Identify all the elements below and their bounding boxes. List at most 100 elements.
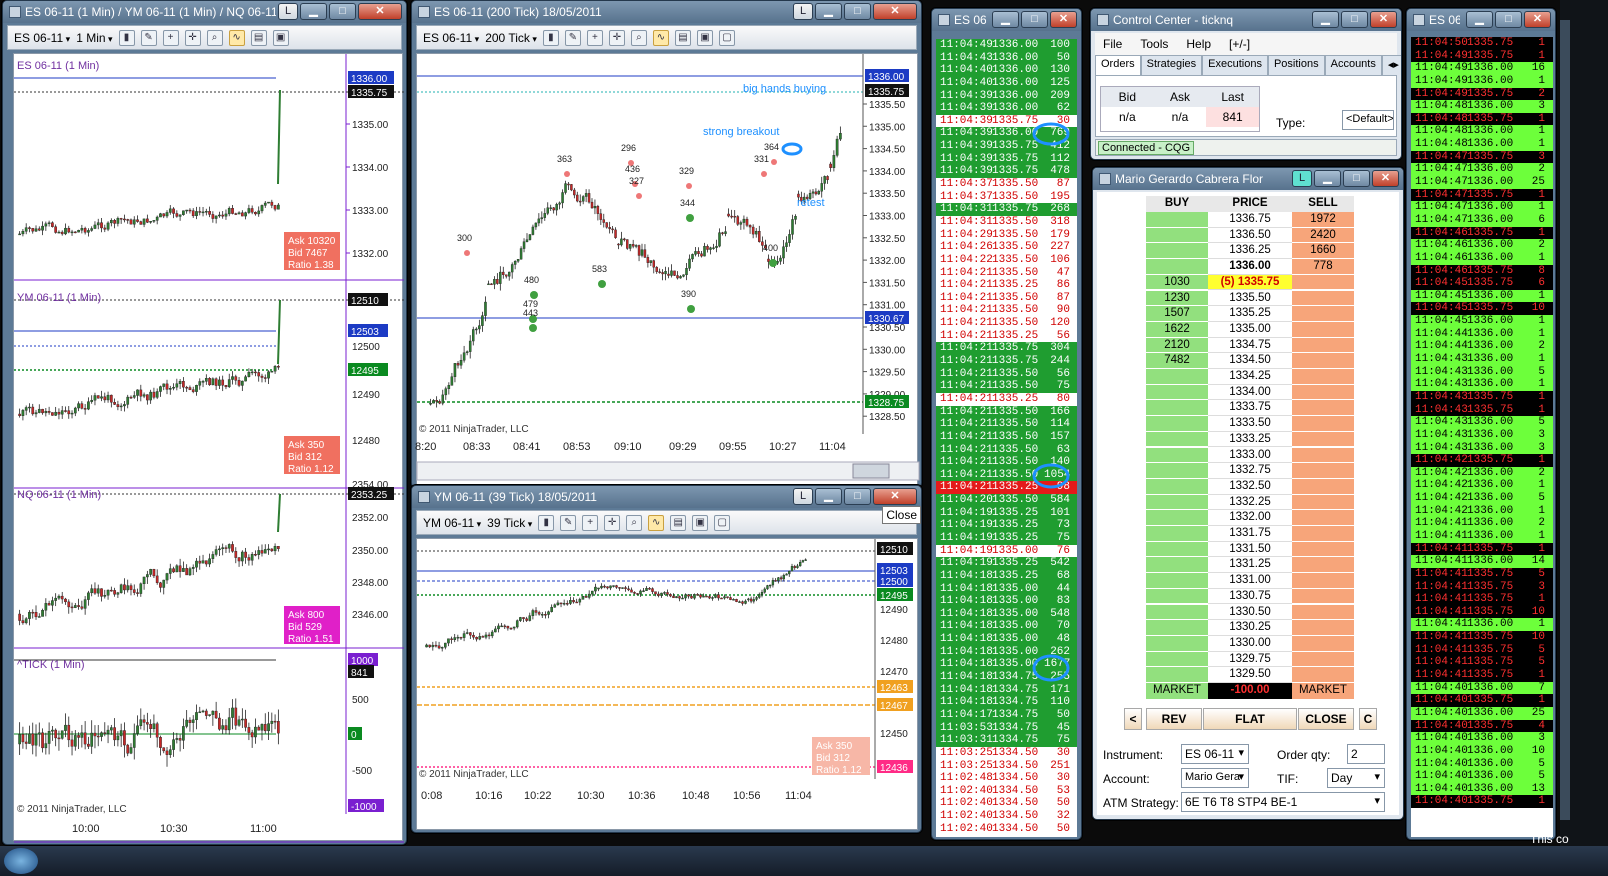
tab-scroll-arrows[interactable]: ◂▸ [1381, 55, 1401, 75]
bid-size-cell[interactable] [1146, 526, 1208, 542]
ask-size-cell[interactable]: 778 [1292, 259, 1354, 275]
bar-type-icon[interactable]: ▮ [118, 29, 135, 46]
price-cell[interactable]: 1335.00 [1208, 321, 1292, 338]
ask-size-cell[interactable] [1292, 337, 1354, 354]
price-cell[interactable]: 1333.00 [1208, 447, 1292, 464]
price-cell[interactable]: 1334.50 [1208, 353, 1292, 369]
bid-size-cell[interactable]: 7482 [1146, 353, 1208, 369]
tif-dropdown[interactable]: Day [1327, 768, 1385, 788]
menu-tools[interactable]: Tools [1140, 37, 1168, 51]
minimize-button[interactable]: ▁ [1312, 11, 1339, 28]
instrument-selector[interactable]: ES 06-11 [423, 31, 479, 45]
price-cell[interactable]: 1336.00 [1208, 259, 1292, 275]
close-button[interactable]: ✕ [1524, 11, 1551, 28]
market-sell-button[interactable]: MARKET [1292, 683, 1354, 699]
ask-size-cell[interactable] [1292, 635, 1354, 652]
link-button[interactable]: L [1292, 170, 1312, 187]
ask-size-cell[interactable] [1292, 306, 1354, 322]
flat-button[interactable]: FLAT [1203, 708, 1297, 730]
title-bar[interactable]: ES 06-11 (1 Min) / YM 06-11 (1 Min) / NQ… [3, 1, 406, 23]
bid-size-cell[interactable]: 1230 [1146, 290, 1208, 307]
bar-type-icon[interactable]: ▮ [538, 514, 555, 531]
ask-size-cell[interactable] [1292, 384, 1354, 401]
price-cell[interactable]: 1335.25 [1208, 306, 1292, 322]
maximize-button[interactable]: □ [844, 488, 871, 505]
title-bar[interactable]: ES 06-11 ▁□✕ [1407, 9, 1555, 31]
price-cell[interactable]: 1330.50 [1208, 604, 1292, 621]
close-button[interactable]: ✕ [873, 3, 917, 20]
tab-executions[interactable]: Executions [1202, 55, 1268, 75]
price-cell[interactable]: 1334.00 [1208, 384, 1292, 401]
ask-size-cell[interactable] [1292, 431, 1354, 448]
ask-size-cell[interactable]: 1660 [1292, 243, 1354, 260]
bid-size-cell[interactable] [1146, 667, 1208, 683]
bid-size-cell[interactable] [1146, 620, 1208, 636]
link-button[interactable]: L [793, 488, 813, 505]
ask-size-cell[interactable] [1292, 620, 1354, 636]
ask-size-cell[interactable] [1292, 588, 1354, 605]
price-cell[interactable]: 1331.00 [1208, 573, 1292, 589]
interval-selector[interactable]: 1 Min [76, 31, 112, 45]
template-icon[interactable]: ▢ [714, 514, 731, 531]
ask-size-cell[interactable] [1292, 667, 1354, 683]
pencil-icon[interactable]: ✎ [564, 29, 581, 46]
add-icon[interactable]: + [586, 29, 603, 46]
price-cell[interactable]: 1336.75 [1208, 212, 1292, 228]
account-dropdown[interactable]: Mario Gera [1181, 768, 1249, 788]
link-button[interactable]: L [278, 3, 298, 20]
bid-size-cell[interactable] [1146, 369, 1208, 385]
price-cell[interactable]: (5) 1335.75 [1208, 274, 1292, 291]
price-ladder[interactable]: BUY PRICE SELL 1336.75 1972 1336.50 2420 1336.2… [1146, 196, 1354, 706]
ask-size-cell[interactable] [1292, 290, 1354, 307]
market-buy-button[interactable]: MARKET [1146, 683, 1208, 699]
minimize-button[interactable]: ▁ [300, 3, 327, 20]
atm-strategy-dropdown[interactable]: 6E T6 T8 STP4 BE-1 [1181, 792, 1385, 812]
tab-accounts[interactable]: Accounts [1324, 55, 1382, 75]
ask-size-cell[interactable] [1292, 651, 1354, 668]
ask-size-cell[interactable] [1292, 447, 1354, 464]
bid-size-cell[interactable] [1146, 227, 1208, 244]
price-cell[interactable]: 1330.75 [1208, 588, 1292, 605]
strategy-icon[interactable]: ▤ [250, 29, 267, 46]
price-cell[interactable]: 1334.75 [1208, 337, 1292, 354]
price-cell[interactable]: 1331.25 [1208, 557, 1292, 574]
title-bar[interactable]: Mario Gerardo Cabrera Flor L ▁ □ ✕ [1093, 168, 1403, 190]
pencil-icon[interactable]: ✎ [560, 514, 577, 531]
ask-size-cell[interactable]: 2420 [1292, 227, 1354, 244]
ask-size-cell[interactable] [1292, 353, 1354, 369]
strategy-icon[interactable]: ▤ [670, 514, 687, 531]
template-icon[interactable]: ▢ [718, 29, 735, 46]
bid-size-cell[interactable] [1146, 478, 1208, 495]
price-cell[interactable]: 1333.75 [1208, 400, 1292, 417]
price-cell[interactable]: 1336.50 [1208, 227, 1292, 244]
title-bar[interactable]: ES 06-11 (200 Tick) 18/05/2011 L ▁ □ ✕ [412, 1, 921, 23]
ask-size-cell[interactable] [1292, 494, 1354, 511]
price-cell[interactable]: 1332.50 [1208, 478, 1292, 495]
indicator-icon[interactable]: ∿ [228, 29, 245, 46]
interval-selector[interactable]: 200 Tick [485, 31, 537, 45]
ask-size-cell[interactable] [1292, 557, 1354, 574]
properties-icon[interactable]: ▣ [696, 29, 713, 46]
minimize-button[interactable]: ▁ [815, 3, 842, 20]
ask-size-cell[interactable] [1292, 463, 1354, 479]
close-button[interactable]: ✕ [1370, 11, 1397, 28]
type-dropdown[interactable]: <Default> [1342, 110, 1394, 130]
close-position-button[interactable]: CLOSE [1298, 708, 1354, 730]
ask-size-cell[interactable] [1292, 604, 1354, 621]
rev-button[interactable]: REV [1146, 708, 1202, 730]
instrument-selector[interactable]: ES 06-11 [14, 31, 70, 45]
instrument-selector[interactable]: YM 06-11 [423, 516, 481, 530]
zoom-icon[interactable]: ⌕ [206, 29, 223, 46]
close-button[interactable]: ✕ [873, 488, 917, 505]
bid-size-cell[interactable] [1146, 510, 1208, 526]
tab-strategies[interactable]: Strategies [1140, 55, 1203, 75]
price-cell[interactable]: 1332.00 [1208, 510, 1292, 526]
maximize-button[interactable]: □ [1495, 11, 1522, 28]
zoom-icon[interactable]: ⌕ [630, 29, 647, 46]
bid-size-cell[interactable] [1146, 400, 1208, 417]
ask-size-cell[interactable] [1292, 321, 1354, 338]
price-cell[interactable]: 1330.00 [1208, 635, 1292, 652]
ask-size-cell[interactable] [1292, 526, 1354, 542]
maximize-button[interactable]: □ [1341, 11, 1368, 28]
price-cell[interactable]: 1331.75 [1208, 526, 1292, 542]
